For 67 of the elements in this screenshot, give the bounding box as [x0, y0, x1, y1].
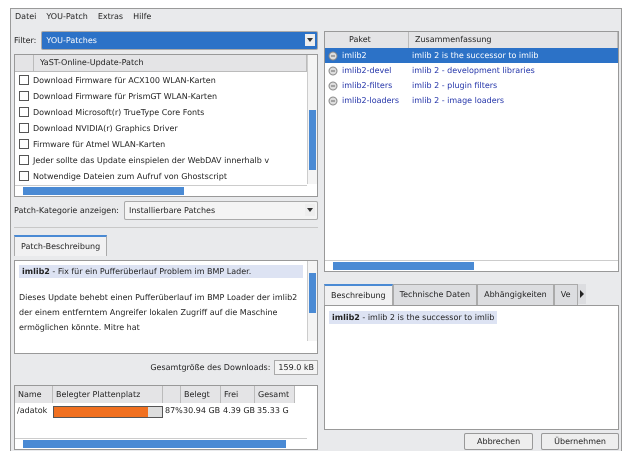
horizontal-scrollbar[interactable] [15, 185, 307, 196]
package-icon [328, 66, 338, 76]
package-summary: imlib 2 - image loaders [412, 96, 504, 105]
table-cell-text: 35.33 G [256, 405, 290, 417]
column-header[interactable]: Frei [221, 386, 255, 403]
package-summary: imlib 2 - plugin filters [412, 81, 498, 90]
download-size-value: 159.0 kB [274, 360, 318, 375]
patch-name[interactable]: Download Firmware für PrismGT WLAN-Karten [33, 92, 218, 100]
package-name: imlib2-loaders [342, 96, 400, 105]
download-size-label: Gesamtgröße des Downloads: [150, 363, 270, 372]
column-header[interactable]: Paket [343, 32, 409, 48]
column-header[interactable]: Belegter Plattenplatz [53, 386, 163, 403]
tab[interactable]: Beschreibung [324, 284, 393, 305]
description-heading: imlib2 - Fix für ein Pufferüberlauf Problem im BMP Lader. [19, 265, 303, 278]
tab[interactable]: Abhängigkeiten [477, 284, 554, 305]
patch-name[interactable]: Download NVIDIA(r) Graphics Driver [33, 124, 178, 132]
table-cell-text: 4.39 GB [222, 405, 255, 417]
horizontal-scrollbar[interactable] [15, 438, 307, 449]
package-row[interactable]: imlib2-devel imlib 2 - development libraries [325, 63, 618, 78]
package-icon [328, 50, 338, 60]
tab[interactable]: Ve [554, 284, 578, 305]
category-label: Patch-Kategorie anzeigen: [14, 206, 119, 215]
tab[interactable]: Technische Daten [392, 284, 478, 305]
column-header[interactable]: Gesamt [255, 386, 295, 403]
checkbox[interactable] [19, 139, 29, 149]
table-cell-text: 30.94 GB [182, 405, 221, 417]
dialog-button[interactable]: Übernehmen [541, 433, 619, 450]
column-header[interactable]: Belegt [181, 386, 221, 403]
checkbox[interactable] [19, 75, 29, 85]
package-row[interactable]: imlib2 imlib 2 is the successor to imlib [325, 48, 618, 63]
category-dropdown[interactable]: Installierbare Patches [124, 201, 318, 220]
vertical-scrollbar[interactable] [307, 55, 317, 184]
filter-dropdown[interactable]: YOU-Patches [41, 31, 318, 50]
description-text: Dieses Update behebt einen Pufferüberlauf im BMP Loader der imlib2 der einem entferntem Angreifer lokalen Zugriff auf die Maschine ermöglichen könnte. Mitre hat [19, 292, 298, 334]
patch-name[interactable]: Download Microsoft(r) TrueType Core Fonts [33, 108, 204, 116]
table-cell-text: 87% [164, 405, 181, 417]
tab[interactable]: Patch-Beschreibung [14, 235, 108, 256]
checkbox[interactable] [19, 123, 29, 133]
checkbox[interactable] [19, 171, 29, 181]
vertical-scrollbar[interactable] [307, 261, 317, 341]
patch-name[interactable]: Jeder sollte das Update einspielen der WebDAV innerhalb v [33, 156, 270, 164]
checkbox[interactable] [19, 91, 29, 101]
package-summary: imlib 2 is the successor to imlib [412, 51, 538, 60]
checkbox[interactable] [19, 155, 29, 165]
menu-item[interactable]: Datei [15, 12, 36, 24]
menu-item[interactable]: Hilfe [133, 12, 152, 24]
checkbox[interactable] [19, 107, 29, 117]
patch-name[interactable]: Firmware für Atmel WLAN-Karten [33, 140, 166, 148]
package-name: imlib2-filters [342, 81, 394, 90]
package-name: imlib2 [342, 51, 368, 60]
menu-item[interactable]: Extras [98, 12, 124, 24]
menu-item[interactable]: YOU-Patch [46, 12, 88, 24]
table-cell-text: /adatok [16, 405, 48, 417]
package-row[interactable]: imlib2-loaders imlib 2 - image loaders [325, 93, 618, 108]
dialog-button[interactable]: Abbrechen [464, 433, 534, 450]
package-row[interactable]: imlib2-filters imlib 2 - plugin filters [325, 78, 618, 93]
package-icon [328, 80, 338, 90]
patch-name[interactable]: Notwendige Dateien zum Aufruf von Ghostscript [33, 172, 227, 180]
package-summary: imlib 2 - development libraries [412, 66, 535, 75]
package-icon [328, 96, 338, 106]
filter-label: Filter: [14, 36, 36, 45]
horizontal-scrollbar[interactable] [325, 260, 618, 271]
column-header[interactable]: Name [15, 386, 53, 403]
package-name: imlib2-devel [342, 66, 392, 75]
column-header[interactable]: Zusammenfassung [409, 32, 618, 48]
description-heading: imlib2 - imlib 2 is the successor to imlib [329, 310, 498, 324]
patch-name[interactable]: Download Firmware für ACX100 WLAN-Karten [33, 76, 216, 84]
